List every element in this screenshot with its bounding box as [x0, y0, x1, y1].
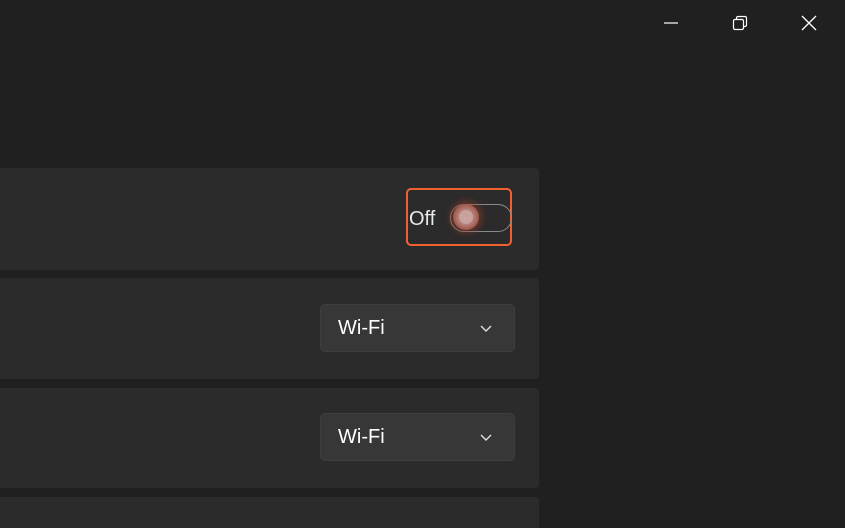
dropdown-selected-value: Wi-Fi	[338, 426, 385, 448]
setting-card-dropdown-1: Wi-Fi	[0, 278, 539, 379]
toggle-state-label: Off	[409, 208, 436, 230]
setting-card-toggle: Off	[0, 168, 539, 270]
app-window: Off Wi-Fi Wi-Fi	[0, 0, 845, 528]
minimize-icon	[664, 22, 678, 24]
setting-card-partial	[0, 497, 539, 528]
chevron-down-icon	[480, 325, 492, 332]
toggle-thumb-knob	[459, 210, 473, 224]
toggle-thumb[interactable]	[453, 204, 479, 230]
network-dropdown-1[interactable]: Wi-Fi	[320, 304, 515, 352]
minimize-button[interactable]	[648, 0, 694, 46]
setting-card-dropdown-2: Wi-Fi	[0, 388, 539, 488]
toggle-switch[interactable]: Off	[406, 188, 512, 246]
restore-icon	[732, 15, 748, 31]
network-dropdown-2[interactable]: Wi-Fi	[320, 413, 515, 461]
restore-button[interactable]	[717, 0, 763, 46]
close-icon	[801, 15, 817, 31]
close-button[interactable]	[786, 0, 832, 46]
chevron-down-icon	[480, 434, 492, 441]
dropdown-selected-value: Wi-Fi	[338, 317, 385, 339]
